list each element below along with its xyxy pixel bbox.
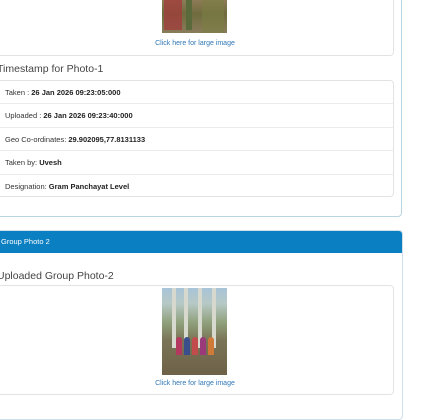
uploaded-value: 26 Jan 2026 09:23:40:000 <box>43 111 133 121</box>
geo-coordinates-row: Geo Co-ordinates: 29.902095,77.8131133 <box>0 128 393 152</box>
taken-row: Taken : 26 Jan 2026 09:23:05:000 <box>0 81 393 105</box>
taken-by-row: Taken by: Uvesh <box>0 151 393 175</box>
group-photo-2-header: Group Photo 2 <box>0 231 402 253</box>
large-image-link-2[interactable]: Click here for large image <box>120 380 270 387</box>
geo-coordinates-label: Geo Co-ordinates: <box>5 134 69 144</box>
uploaded-row: Uploaded : 26 Jan 2026 09:23:40:000 <box>0 104 393 128</box>
timestamp-title-1: Timestamp for Photo-1 <box>0 63 104 75</box>
timestamp-details-1: Taken : 26 Jan 2026 09:23:05:000 Uploade… <box>0 80 394 197</box>
group-photo-1-thumbnail[interactable] <box>162 0 227 33</box>
large-image-link-1[interactable]: Click here for large image <box>120 40 270 47</box>
geo-coordinates-value: 29.902095,77.8131133 <box>68 134 146 144</box>
group-photo-2-thumbnail[interactable] <box>162 288 227 375</box>
taken-label: Taken : <box>5 88 32 97</box>
designation-row: Designation: Gram Panchayat Level <box>0 175 393 198</box>
taken-by-value: Uvesh <box>39 158 62 168</box>
taken-value: 26 Jan 2026 09:23:05:000 <box>31 88 121 97</box>
uploaded-label: Uploaded : <box>5 111 44 121</box>
taken-by-label: Taken by: <box>5 158 40 168</box>
group-photo-2-title: Uploaded Group Photo-2 <box>0 270 114 282</box>
designation-value: Gram Panchayat Level <box>48 181 130 191</box>
designation-label: Designation: <box>5 181 49 191</box>
